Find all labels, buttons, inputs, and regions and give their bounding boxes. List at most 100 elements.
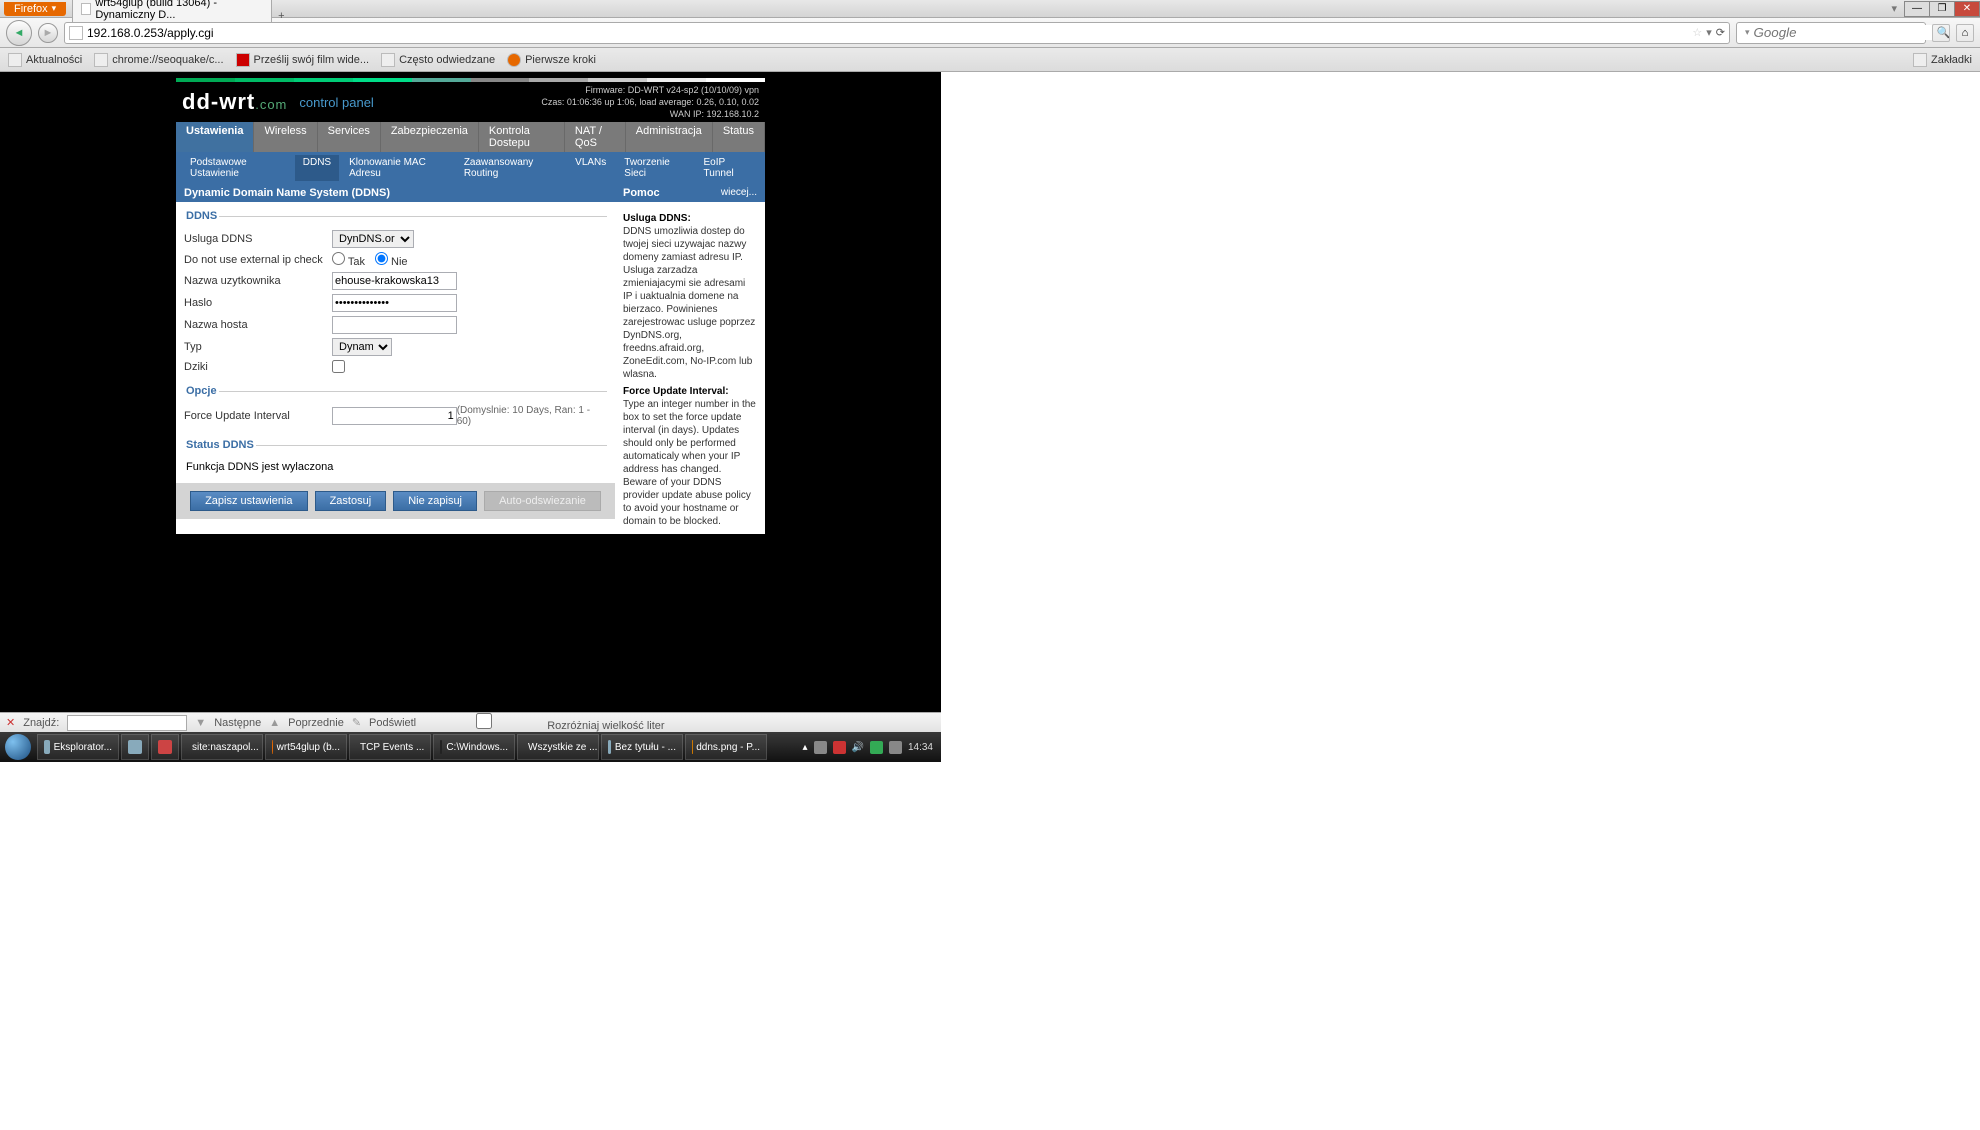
youtube-icon xyxy=(236,53,250,67)
subtab-mac[interactable]: Klonowanie MAC Adresu xyxy=(341,155,454,181)
help-title: Pomoc xyxy=(623,187,660,199)
radio-nie[interactable] xyxy=(375,252,388,265)
subtab-podstawowe[interactable]: Podstawowe Ustawienie xyxy=(182,155,293,181)
close-button[interactable]: ✕ xyxy=(1954,1,1980,17)
minimize-button[interactable]: — xyxy=(1904,1,1930,17)
tray-icon[interactable] xyxy=(889,741,902,754)
subtab-sieci[interactable]: Tworzenie Sieci xyxy=(616,155,693,181)
subtab-ddns[interactable]: DDNS xyxy=(295,155,339,181)
tray-icon[interactable] xyxy=(870,741,883,754)
search-bar[interactable]: ▾ 🔍 xyxy=(1736,22,1926,44)
search-engine-dropdown-icon[interactable]: ▾ xyxy=(1745,27,1750,38)
findbar-close-icon[interactable]: ✕ xyxy=(6,716,15,729)
highlight-icon[interactable]: ✎ xyxy=(352,716,361,729)
subtab-vlans[interactable]: VLANs xyxy=(567,155,614,181)
tab-ustawienia[interactable]: Ustawienia xyxy=(176,122,254,152)
section-status: Status DDNS Funkcja DDNS jest wylaczona xyxy=(184,439,607,479)
bookmark-star-icon[interactable]: ☆ xyxy=(1692,26,1702,39)
select-service[interactable]: DynDNS.org xyxy=(332,230,414,248)
radio-tak[interactable] xyxy=(332,252,345,265)
url-bar[interactable]: ☆ ▾ ⟳ xyxy=(64,22,1730,44)
forward-button[interactable]: ► xyxy=(38,23,58,43)
taskbar-item[interactable]: Wszystkie ze ... xyxy=(517,734,599,760)
find-highlight[interactable]: Podświetl xyxy=(369,717,416,729)
taskbar-item[interactable] xyxy=(151,734,179,760)
tab-services[interactable]: Services xyxy=(318,122,381,152)
decorative-bar xyxy=(176,78,765,82)
bookmarks-menu[interactable]: Zakładki xyxy=(1913,53,1972,67)
find-prev[interactable]: Poprzednie xyxy=(288,717,344,729)
system-tray: ▴ 🔊 14:34 xyxy=(794,741,941,754)
tray-icon[interactable] xyxy=(833,741,846,754)
taskbar-item[interactable] xyxy=(121,734,149,760)
find-next-icon[interactable]: ▼ xyxy=(195,717,206,729)
subtab-eoip[interactable]: EoIP Tunnel xyxy=(696,155,759,181)
bookmark-item[interactable]: Aktualności xyxy=(8,53,82,67)
window-menu-chevron[interactable]: ▾ xyxy=(1883,2,1905,15)
tab-nat-qos[interactable]: NAT / QoS xyxy=(565,122,626,152)
findbar-input[interactable] xyxy=(67,715,187,731)
new-tab-button[interactable]: + xyxy=(272,10,290,22)
bookmark-item[interactable]: Prześlij swój film wide... xyxy=(236,53,370,67)
taskbar-item[interactable]: wrt54glup (b... xyxy=(265,734,347,760)
input-username[interactable] xyxy=(332,272,457,290)
maximize-button[interactable]: ❐ xyxy=(1929,1,1955,17)
url-dropdown-icon[interactable]: ▾ xyxy=(1706,26,1712,39)
find-prev-icon[interactable]: ▲ xyxy=(269,717,280,729)
label-extip: Do not use external ip check xyxy=(184,254,332,266)
help-h1: Usluga DDNS: xyxy=(623,212,757,225)
tray-chevron-icon[interactable]: ▴ xyxy=(802,742,807,753)
tab-zabezpieczenia[interactable]: Zabezpieczenia xyxy=(381,122,479,152)
windows-orb-icon xyxy=(5,734,31,760)
time-text: Czas: 01:06:36 up 1:06, load average: 0.… xyxy=(541,96,759,108)
url-input[interactable] xyxy=(87,26,1688,40)
back-button[interactable]: ◄ xyxy=(6,20,32,46)
taskbar-item[interactable]: TCP Events ... xyxy=(349,734,431,760)
taskbar-item[interactable]: site:naszapol... xyxy=(181,734,263,760)
downloads-icon[interactable] xyxy=(1932,24,1950,42)
home-icon[interactable]: ⌂ xyxy=(1956,24,1974,42)
find-case-checkbox[interactable] xyxy=(424,713,544,729)
radio-nie-label[interactable]: Nie xyxy=(375,252,408,268)
site-identity-icon[interactable] xyxy=(69,26,83,40)
subtab-routing[interactable]: Zaawansowany Routing xyxy=(456,155,565,181)
label-password: Haslo xyxy=(184,297,332,309)
search-input[interactable] xyxy=(1754,25,1933,40)
bookmark-item[interactable]: Często odwiedzane xyxy=(381,53,495,67)
clock[interactable]: 14:34 xyxy=(908,742,933,753)
dont-save-button[interactable]: Nie zapisuj xyxy=(393,491,477,511)
help-more-link[interactable]: wiecej... xyxy=(721,187,757,199)
input-hostname[interactable] xyxy=(332,316,457,334)
tab-strip: wrt54glup (build 13064) - Dynamiczny D..… xyxy=(66,0,1883,22)
save-button[interactable]: Zapisz ustawienia xyxy=(190,491,307,511)
tab-wireless[interactable]: Wireless xyxy=(254,122,317,152)
input-force-interval[interactable] xyxy=(332,407,457,425)
find-case-label[interactable]: Rozróżniaj wielkość liter xyxy=(424,713,664,732)
label-force: Force Update Interval xyxy=(184,410,332,422)
reload-icon[interactable]: ⟳ xyxy=(1716,26,1725,39)
taskbar-item[interactable]: ddns.png - P... xyxy=(685,734,767,760)
input-password[interactable] xyxy=(332,294,457,312)
auto-refresh-button: Auto-odswiezanie xyxy=(484,491,601,511)
router-panel: dd-wrt.com control panel Firmware: DD-WR… xyxy=(176,78,765,534)
find-next[interactable]: Następne xyxy=(214,717,261,729)
apply-button[interactable]: Zastosuj xyxy=(315,491,387,511)
radio-tak-label[interactable]: Tak xyxy=(332,252,365,268)
select-type[interactable]: Dynamiczny xyxy=(332,338,392,356)
app-icon xyxy=(128,740,142,754)
bookmark-item[interactable]: Pierwsze kroki xyxy=(507,53,596,67)
tab-kontrola[interactable]: Kontrola Dostepu xyxy=(479,122,565,152)
taskbar-item[interactable]: C:\Windows... xyxy=(433,734,515,760)
firefox-menu-button[interactable]: Firefox xyxy=(4,2,66,16)
volume-icon[interactable]: 🔊 xyxy=(852,742,864,753)
taskbar-item[interactable]: Eksplorator... xyxy=(37,734,119,760)
help-p1: DDNS umozliwia dostep do twojej sieci uz… xyxy=(623,226,755,380)
tray-icon[interactable] xyxy=(814,741,827,754)
bookmark-item[interactable]: chrome://seoquake/c... xyxy=(94,53,223,67)
browser-tab[interactable]: wrt54glup (build 13064) - Dynamiczny D..… xyxy=(72,0,272,22)
checkbox-wildcard[interactable] xyxy=(332,360,345,373)
taskbar-item[interactable]: Bez tytułu - ... xyxy=(601,734,683,760)
tab-status[interactable]: Status xyxy=(713,122,765,152)
tab-administracja[interactable]: Administracja xyxy=(626,122,713,152)
start-button[interactable] xyxy=(0,732,36,762)
